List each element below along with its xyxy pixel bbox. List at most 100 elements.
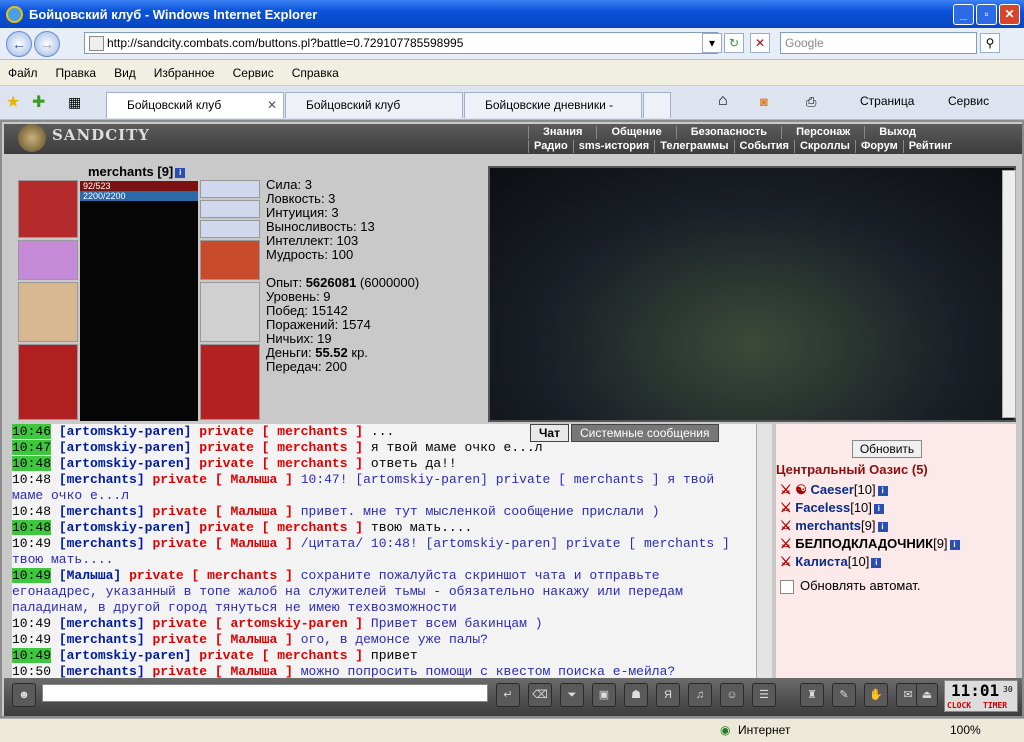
chat-user[interactable]: [merchants] (59, 632, 145, 647)
chat-private[interactable]: private [ Малыша ] (152, 504, 292, 519)
menu-tools[interactable]: Сервис (233, 66, 274, 80)
nav-rating[interactable]: Рейтинг (902, 140, 957, 153)
ring-slot-1[interactable] (200, 180, 260, 198)
music-icon[interactable]: ♫ (688, 683, 712, 707)
exit-icon[interactable]: ⏏ (916, 683, 938, 707)
bracers-slot[interactable] (18, 240, 78, 280)
user-row[interactable]: ⚔ merchants[9] i (780, 518, 888, 534)
gloves-slot[interactable] (200, 240, 260, 280)
page-menu[interactable]: Страница (860, 94, 914, 108)
url-field[interactable]: http://sandcity.combats.com/buttons.pl?b… (84, 32, 718, 54)
chat-time[interactable]: 10:49 (12, 616, 51, 631)
chat-time[interactable]: 10:48 (12, 504, 51, 519)
rings-slot[interactable] (200, 220, 260, 238)
map-icon[interactable]: ✋ (864, 683, 888, 707)
nav-forum[interactable]: Форум (854, 140, 903, 153)
refresh-icon[interactable]: ↻ (724, 33, 744, 53)
chat-user[interactable]: [merchants] (59, 472, 145, 487)
restore-button[interactable]: ▫ (976, 4, 997, 25)
chat-user[interactable]: [artomskiy-paren] (59, 648, 192, 663)
chat-private[interactable]: private [ merchants ] (129, 568, 293, 583)
nav-communication[interactable]: Общение (596, 126, 675, 139)
chat-private[interactable]: private [ merchants ] (199, 648, 363, 663)
armor-slot[interactable] (18, 344, 78, 420)
stop-icon[interactable]: ✕ (750, 33, 770, 53)
favorites-star-icon[interactable]: ★ (6, 92, 20, 112)
chat-time[interactable]: 10:48 (12, 456, 52, 471)
chat-private[interactable]: private [ Малыша ] (152, 536, 292, 551)
chat-time[interactable]: 10:50 (12, 664, 51, 679)
chat-user[interactable]: [merchants] (59, 536, 145, 551)
chat-user[interactable]: [artomskiy-paren] (59, 520, 192, 535)
menu-favorites[interactable]: Избранное (154, 66, 215, 80)
clear-icon[interactable]: ⌫ (528, 683, 552, 707)
user-row[interactable]: ⚔ БЕЛПОДКЛАДОЧНИК[9] i (780, 536, 960, 552)
home-icon[interactable]: ⌂ (718, 92, 728, 110)
nav-character[interactable]: Персонаж (781, 126, 864, 139)
chat-private[interactable]: private [ merchants ] (199, 456, 363, 471)
menu-view[interactable]: Вид (114, 66, 136, 80)
chat-private[interactable]: private [ Малыша ] (152, 664, 292, 679)
chat-time[interactable]: 10:47 (12, 440, 52, 455)
chat-user[interactable]: [merchants] (59, 616, 145, 631)
filter-icon[interactable]: ⏷ (560, 683, 584, 707)
tab-diaries[interactable]: Бойцовские дневники - scr... (464, 92, 642, 136)
emoji-icon[interactable]: ☺ (720, 683, 744, 707)
forward-button[interactable]: → (34, 31, 60, 57)
nav-radio[interactable]: Радио (528, 140, 573, 153)
chat-time[interactable]: 10:46 (12, 424, 52, 439)
close-window-button[interactable]: ✕ (999, 4, 1020, 25)
nav-sms[interactable]: sms-история (572, 140, 654, 153)
menu-help[interactable]: Справка (292, 66, 339, 80)
chat-private[interactable]: private [ merchants ] (199, 440, 363, 455)
nav-exit[interactable]: Выход (864, 126, 930, 139)
chat-user[interactable]: [artomskiy-paren] (59, 424, 192, 439)
location-scene[interactable] (488, 166, 1016, 422)
chat-time[interactable]: 10:49 (12, 536, 51, 551)
search-input[interactable]: Google (780, 32, 977, 54)
chat-private[interactable]: private [ merchants ] (199, 520, 363, 535)
add-favorite-icon[interactable]: ✚ (32, 92, 45, 112)
nav-events[interactable]: События (733, 140, 794, 153)
print-icon[interactable]: ⎙ (806, 94, 816, 110)
search-icon[interactable]: ⚲ (980, 33, 1000, 53)
save-icon[interactable]: ▣ (592, 683, 616, 707)
skills-icon[interactable]: ✎ (832, 683, 856, 707)
tab-combats-2[interactable]: Бойцовский клуб (285, 92, 463, 118)
chat-time[interactable]: 10:49 (12, 568, 52, 583)
new-tab-button[interactable] (643, 92, 671, 118)
nav-security[interactable]: Безопасность (675, 126, 781, 139)
close-icon[interactable]: ✕ (267, 93, 277, 117)
tab-combats-1[interactable]: Бойцовский клуб ✕ (106, 92, 284, 118)
nav-scrolls[interactable]: Скроллы (793, 140, 855, 153)
chat-scrollbar[interactable] (756, 424, 772, 680)
chat-private[interactable]: private [ Малыша ] (152, 632, 292, 647)
info-icon[interactable]: i (175, 167, 186, 178)
fight-icon[interactable]: ☗ (624, 683, 648, 707)
helmet-slot[interactable] (18, 180, 78, 238)
nav-knowledge[interactable]: Знания (528, 126, 596, 139)
translit-icon[interactable]: Я (656, 683, 680, 707)
weapon-slot[interactable] (18, 282, 78, 342)
chat-time[interactable]: 10:48 (12, 520, 52, 535)
back-button[interactable]: ← (6, 31, 32, 57)
menu-edit[interactable]: Правка (56, 66, 97, 80)
zoom-level[interactable]: 100% (950, 723, 981, 737)
offhand-slot[interactable] (200, 282, 260, 342)
user-row[interactable]: ⚔ ☯ Caeser[10] i (780, 482, 888, 498)
page-scrollbar[interactable] (1002, 170, 1016, 418)
inventory-icon[interactable]: ♜ (800, 683, 824, 707)
user-row[interactable]: ⚔ Faceless[10] i (780, 500, 884, 516)
chat-private[interactable]: private [ merchants ] (199, 424, 363, 439)
chat-user[interactable]: [artomskiy-paren] (59, 456, 192, 471)
tab-chat[interactable]: Чат (530, 424, 569, 442)
dropdown-icon[interactable]: ▾ (702, 33, 722, 53)
menu-file[interactable]: Файл (8, 66, 38, 80)
chat-time[interactable]: 10:48 (12, 472, 51, 487)
chat-private[interactable]: private [ Малыша ] (152, 472, 292, 487)
send-icon[interactable]: ↵ (496, 683, 520, 707)
refresh-button[interactable]: Обновить (852, 440, 922, 458)
chat-user[interactable]: [artomskiy-paren] (59, 440, 192, 455)
friends-icon[interactable]: ☰ (752, 683, 776, 707)
nav-telegrams[interactable]: Телеграммы (654, 140, 733, 153)
